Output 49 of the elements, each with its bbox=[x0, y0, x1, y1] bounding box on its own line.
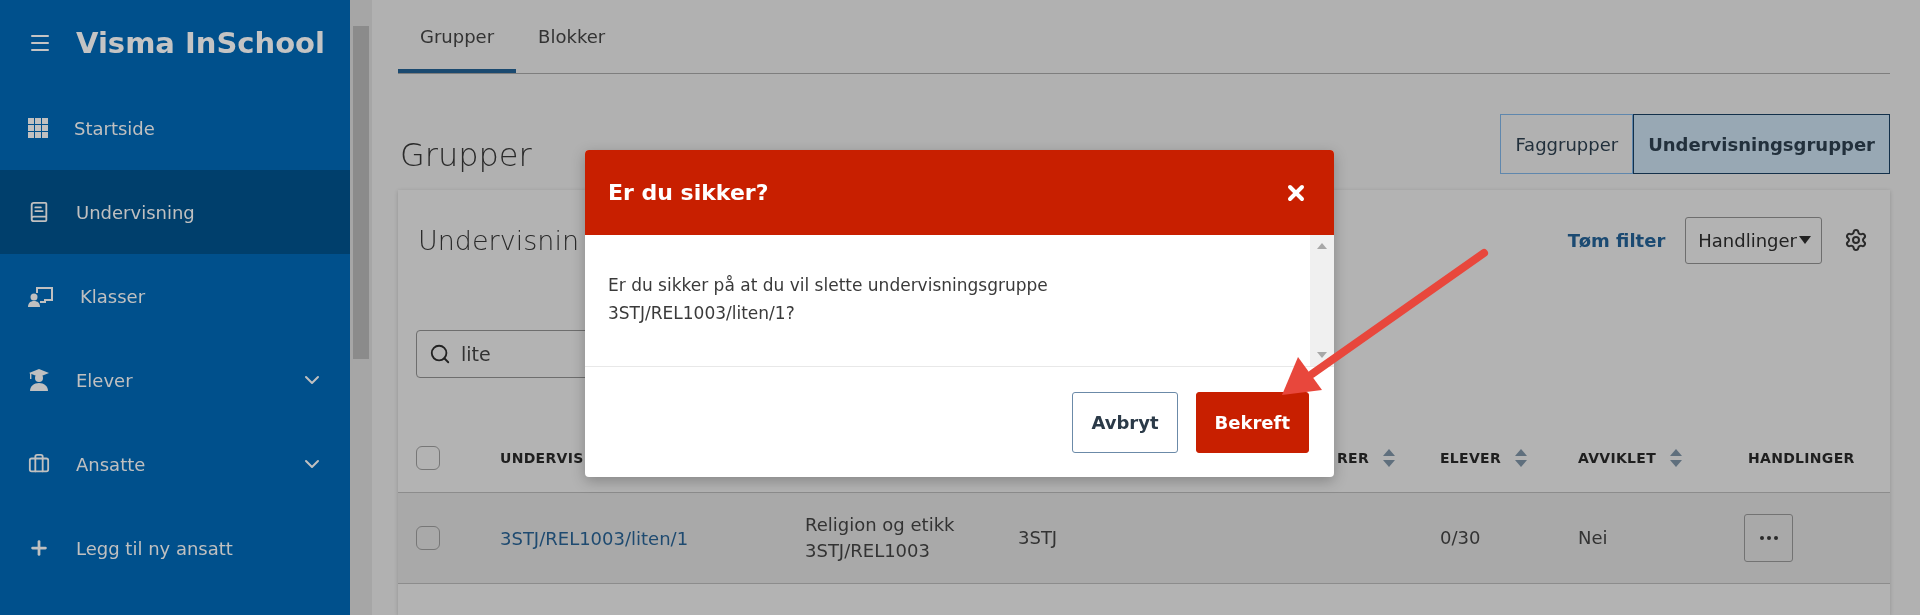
clear-filter-link[interactable]: Tøm filter bbox=[1567, 229, 1666, 251]
sidebar-item[interactable]: Elever bbox=[0, 338, 350, 422]
column-header: AVVIKLET bbox=[1578, 450, 1657, 466]
scrollbar[interactable] bbox=[350, 0, 372, 615]
settings-icon[interactable] bbox=[1844, 228, 1868, 252]
card-title: Undervisnin bbox=[418, 224, 579, 256]
more-icon bbox=[1759, 536, 1778, 540]
confirm-button[interactable]: Bekreft bbox=[1195, 391, 1309, 453]
sidebar-item[interactable]: Legg til ny ansatt bbox=[0, 506, 350, 590]
scroll-up-icon[interactable] bbox=[1317, 243, 1327, 249]
sidebar-item[interactable]: Ansatte bbox=[0, 422, 350, 506]
column-header: HANDLINGER bbox=[1748, 450, 1855, 466]
table-cell-text: 0/30 bbox=[1440, 525, 1481, 550]
graduate-icon bbox=[28, 369, 50, 391]
table-cell-text: Religion og etikk 3STJ/REL1003 bbox=[805, 512, 955, 563]
checkbox[interactable] bbox=[416, 526, 440, 550]
sidebar-item[interactable]: Startside bbox=[0, 86, 350, 170]
column-header: ELEVER bbox=[1440, 450, 1502, 466]
dialog-message: Er du sikker på at du vil slette undervisningsgruppe 3STJ/REL1003/liten/1? bbox=[608, 274, 1049, 325]
plus-icon bbox=[28, 537, 50, 559]
sort-icon[interactable] bbox=[1515, 449, 1528, 467]
tab[interactable]: Grupper bbox=[398, 0, 517, 73]
book-icon bbox=[28, 201, 50, 223]
dialog-title: Er du sikker? bbox=[608, 180, 769, 205]
cancel-button[interactable]: Avbryt bbox=[1072, 391, 1178, 453]
toggle-button[interactable]: Undervisningsgrupper bbox=[1633, 114, 1890, 174]
briefcase-icon bbox=[28, 453, 50, 475]
column-header: UNDERVIS bbox=[500, 450, 584, 466]
caret-icon bbox=[1799, 236, 1811, 244]
scroll-down-icon[interactable] bbox=[1317, 352, 1327, 358]
more-button[interactable] bbox=[1744, 514, 1793, 562]
sort-icon[interactable] bbox=[1670, 449, 1683, 467]
actions-button[interactable]: Handlinger bbox=[1685, 216, 1822, 264]
grid-icon bbox=[28, 118, 48, 138]
sidebar-item[interactable]: Klasser bbox=[0, 254, 350, 338]
table-cell-text: Nei bbox=[1578, 525, 1608, 550]
scrollbar[interactable] bbox=[1310, 235, 1334, 366]
group-link[interactable]: 3STJ/REL1003/liten/1 bbox=[500, 527, 689, 549]
teacher-board-icon bbox=[28, 285, 54, 307]
app-title: Visma InSchool bbox=[76, 26, 325, 60]
table-cell-text: 3STJ bbox=[1018, 525, 1058, 550]
sidebar-item[interactable]: Undervisning bbox=[0, 170, 350, 254]
toggle-button[interactable]: Faggrupper bbox=[1500, 114, 1634, 174]
checkbox[interactable] bbox=[416, 446, 440, 470]
column-header: RER bbox=[1337, 450, 1370, 466]
search-icon bbox=[429, 343, 451, 365]
sort-icon[interactable] bbox=[1383, 449, 1396, 467]
page-heading: Grupper bbox=[400, 136, 532, 174]
tab[interactable]: Blokker bbox=[516, 0, 628, 73]
